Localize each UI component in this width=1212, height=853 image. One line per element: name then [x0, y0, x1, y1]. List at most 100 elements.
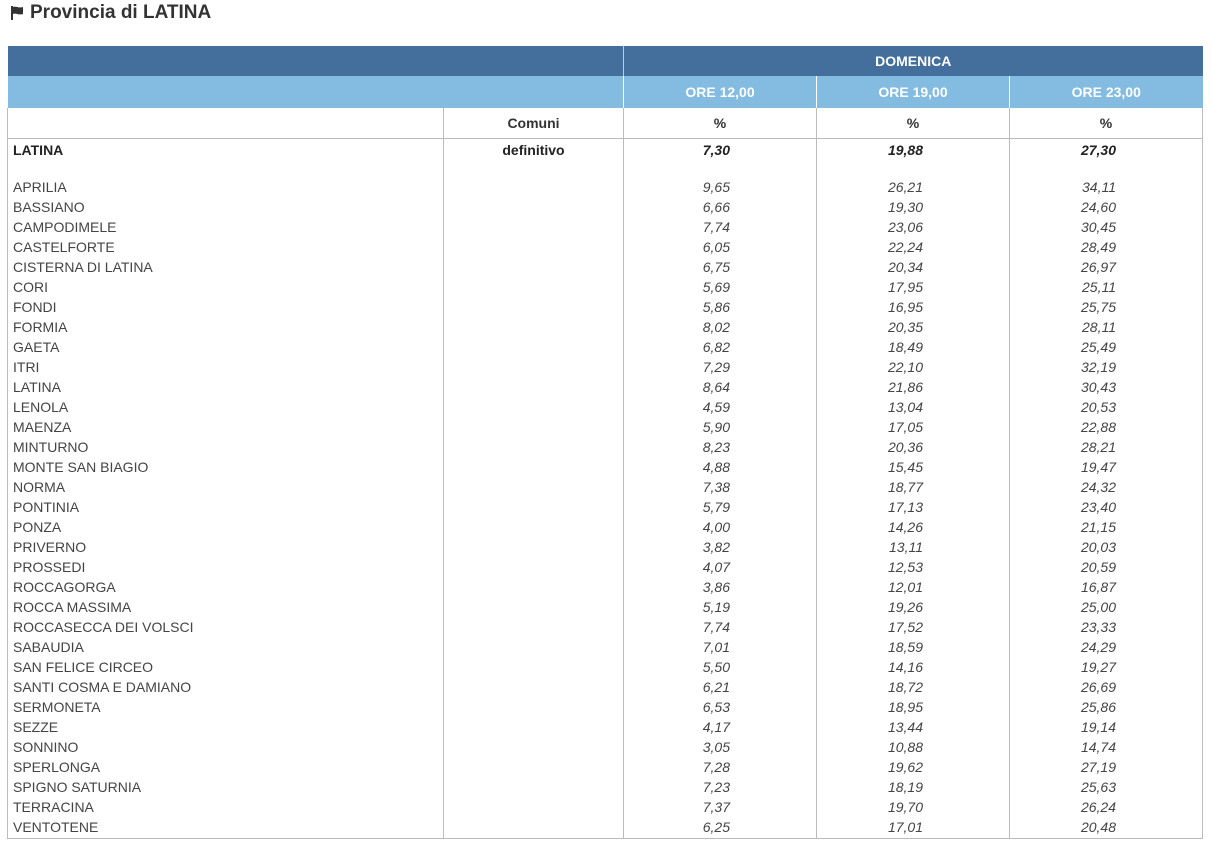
turnout-value: 7,23 — [623, 776, 817, 797]
turnout-value: 17,01 — [816, 816, 1010, 839]
status-cell — [443, 736, 624, 757]
status-cell — [443, 436, 624, 457]
turnout-value: 19,70 — [816, 796, 1010, 817]
turnout-value: 5,50 — [623, 656, 817, 677]
unit-header: % — [816, 108, 1010, 139]
turnout-value: 23,06 — [816, 216, 1010, 237]
turnout-value: 17,52 — [816, 616, 1010, 637]
turnout-value: 5,79 — [623, 496, 817, 517]
status-cell — [443, 696, 624, 717]
status-cell — [443, 236, 624, 257]
turnout-value: 10,88 — [816, 736, 1010, 757]
table-row: LENOLA 4,59 13,04 20,53 — [7, 396, 1203, 417]
turnout-value: 27,19 — [1009, 756, 1203, 777]
turnout-value: 24,60 — [1009, 196, 1203, 217]
table-row: ROCCASECCA DEI VOLSCI 7,74 17,52 23,33 — [7, 616, 1203, 637]
comune-name: SANTI COSMA E DAMIANO — [7, 676, 444, 697]
status-cell — [443, 176, 624, 197]
status-label: definitivo — [443, 138, 624, 177]
turnout-value: 25,00 — [1009, 596, 1203, 617]
status-cell — [443, 316, 624, 337]
turnout-value: 23,33 — [1009, 616, 1203, 637]
turnout-value: 26,97 — [1009, 256, 1203, 277]
turnout-value: 30,43 — [1009, 376, 1203, 397]
comuni-header: Comuni — [443, 108, 624, 139]
turnout-value: 6,53 — [623, 696, 817, 717]
comune-name: SONNINO — [7, 736, 444, 757]
turnout-value: 22,10 — [816, 356, 1010, 377]
comune-name: MAENZA — [7, 416, 444, 437]
comune-name: BASSIANO — [7, 196, 444, 217]
status-cell — [443, 656, 624, 677]
comune-name: LENOLA — [7, 396, 444, 417]
comune-name: FONDI — [7, 296, 444, 317]
turnout-value: 19,30 — [816, 196, 1010, 217]
turnout-value: 22,24 — [816, 236, 1010, 257]
status-cell — [443, 196, 624, 217]
turnout-table-container: DOMENICA ORE 12,00 ORE 19,00 ORE 23,00 C… — [7, 46, 1203, 839]
time-header: ORE 23,00 — [1009, 76, 1203, 108]
status-cell — [443, 496, 624, 517]
turnout-value: 6,25 — [623, 816, 817, 839]
status-cell — [443, 556, 624, 577]
turnout-value: 17,05 — [816, 416, 1010, 437]
turnout-value: 4,17 — [623, 716, 817, 737]
turnout-value: 5,86 — [623, 296, 817, 317]
turnout-value: 12,53 — [816, 556, 1010, 577]
page-title: Provincia di LATINA — [9, 2, 211, 24]
turnout-value: 3,82 — [623, 536, 817, 557]
status-cell — [443, 396, 624, 417]
turnout-value: 7,74 — [623, 216, 817, 237]
unit-header: % — [1009, 108, 1203, 139]
turnout-value: 17,95 — [816, 276, 1010, 297]
turnout-value: 17,13 — [816, 496, 1010, 517]
table-row: SERMONETA 6,53 18,95 25,86 — [7, 696, 1203, 717]
turnout-value: 15,45 — [816, 456, 1010, 477]
status-cell — [443, 456, 624, 477]
turnout-table: DOMENICA ORE 12,00 ORE 19,00 ORE 23,00 C… — [7, 46, 1203, 839]
status-cell — [443, 776, 624, 797]
turnout-value: 3,86 — [623, 576, 817, 597]
table-row: MINTURNO 8,23 20,36 28,21 — [7, 436, 1203, 457]
table-row: SEZZE 4,17 13,44 19,14 — [7, 716, 1203, 737]
header-blank — [7, 46, 624, 76]
province-summary-row: LATINA definitivo 7,30 19,88 27,30 — [7, 138, 1203, 177]
table-row: SPERLONGA 7,28 19,62 27,19 — [7, 756, 1203, 777]
turnout-value: 5,90 — [623, 416, 817, 437]
turnout-value: 19,26 — [816, 596, 1010, 617]
comune-name: APRILIA — [7, 176, 444, 197]
table-row: PROSSEDI 4,07 12,53 20,59 — [7, 556, 1203, 577]
turnout-value: 13,44 — [816, 716, 1010, 737]
province-name: LATINA — [7, 138, 444, 177]
turnout-value: 20,36 — [816, 436, 1010, 457]
status-cell — [443, 816, 624, 839]
turnout-value: 27,30 — [1009, 138, 1203, 177]
turnout-value: 18,77 — [816, 476, 1010, 497]
table-row: MAENZA 5,90 17,05 22,88 — [7, 416, 1203, 437]
turnout-value: 7,38 — [623, 476, 817, 497]
comune-name: ITRI — [7, 356, 444, 377]
table-row: TERRACINA 7,37 19,70 26,24 — [7, 796, 1203, 817]
turnout-value: 4,00 — [623, 516, 817, 537]
table-row: SONNINO 3,05 10,88 14,74 — [7, 736, 1203, 757]
turnout-value: 18,49 — [816, 336, 1010, 357]
turnout-value: 5,19 — [623, 596, 817, 617]
comune-name: CASTELFORTE — [7, 236, 444, 257]
turnout-value: 4,59 — [623, 396, 817, 417]
comune-name: NORMA — [7, 476, 444, 497]
turnout-value: 34,11 — [1009, 176, 1203, 197]
turnout-value: 20,48 — [1009, 816, 1203, 839]
turnout-value: 7,01 — [623, 636, 817, 657]
status-cell — [443, 476, 624, 497]
turnout-value: 9,65 — [623, 176, 817, 197]
comune-name: ROCCAGORGA — [7, 576, 444, 597]
turnout-value: 20,03 — [1009, 536, 1203, 557]
turnout-value: 19,62 — [816, 756, 1010, 777]
turnout-value: 19,47 — [1009, 456, 1203, 477]
turnout-value: 19,14 — [1009, 716, 1203, 737]
table-row: APRILIA 9,65 26,21 34,11 — [7, 176, 1203, 197]
turnout-value: 25,49 — [1009, 336, 1203, 357]
header-blank — [7, 108, 444, 139]
turnout-value: 6,82 — [623, 336, 817, 357]
turnout-value: 8,23 — [623, 436, 817, 457]
